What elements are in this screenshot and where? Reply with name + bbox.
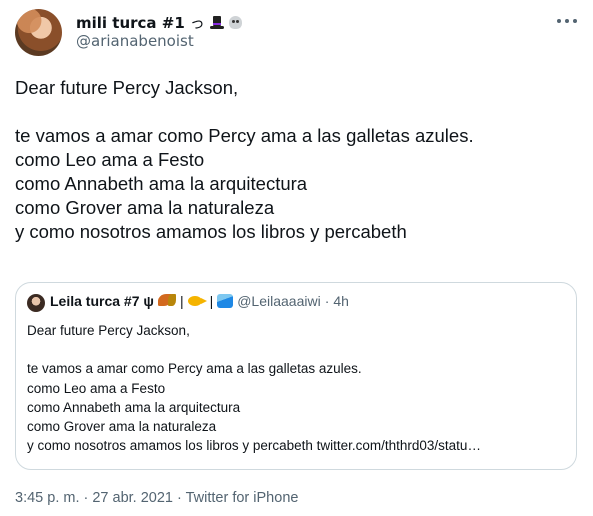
quoted-author-handle: @Leilaaaaiwi — [237, 293, 321, 309]
tweet-text: Dear future Percy Jackson, te vamos a am… — [15, 77, 474, 242]
skull-icon — [228, 16, 242, 29]
top-hat-icon — [209, 15, 224, 30]
quoted-tweet[interactable]: Leila turca #7 ψ | | @Leilaaaaiwi · 4h D… — [15, 282, 577, 470]
author-name-suffix: っ — [189, 14, 205, 32]
quoted-author-avatar — [27, 294, 45, 312]
fish-icon — [187, 296, 207, 306]
quoted-author-name: Leila turca #7 ψ — [50, 293, 154, 309]
quoted-tweet-time: 4h — [333, 293, 349, 309]
wave-icon — [217, 294, 234, 308]
quoted-tweet-text: Dear future Percy Jackson, te vamos a am… — [27, 323, 481, 454]
dot-separator: · — [324, 293, 330, 309]
tweet-timestamp-source[interactable]: 3:45 p. m. · 27 abr. 2021 · Twitter for … — [15, 490, 298, 506]
author-name[interactable]: mili turca #1 — [76, 14, 185, 32]
quoted-tweet-header: Leila turca #7 ψ | | @Leilaaaaiwi · 4h — [50, 293, 349, 309]
separator: | — [179, 293, 184, 309]
author-handle[interactable]: @arianabenoist — [76, 32, 194, 50]
separator: | — [209, 293, 214, 309]
author-name-row[interactable]: mili turca #1 っ — [76, 12, 242, 33]
leaf-icon — [157, 293, 176, 309]
author-avatar[interactable] — [15, 9, 62, 56]
more-options-icon[interactable] — [557, 14, 577, 28]
